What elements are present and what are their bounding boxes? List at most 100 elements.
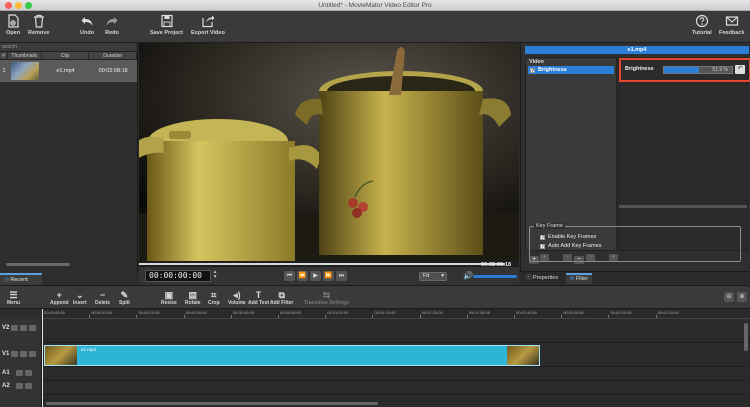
eye-icon[interactable] [20,351,28,357]
remove-button[interactable]: Remove [28,14,49,36]
video-preview[interactable] [139,43,519,261]
skip-end-icon: ⏭ [338,273,345,279]
lock-icon[interactable] [29,325,37,331]
column-duration[interactable]: Duration [89,52,138,59]
tab-properties[interactable]: ⓘ Properties [522,273,562,284]
volume-icon[interactable]: 🔊 [463,271,473,280]
append-button[interactable]: + Append [50,290,69,306]
remove-keyframe-button[interactable]: − [563,254,572,261]
clip-start-thumbnail [45,346,77,365]
save-project-label: Save Project [150,30,184,36]
column-clip[interactable]: Clip [42,52,90,59]
skip-start-button[interactable]: ⏮ [284,271,295,281]
zoom-select[interactable]: Fit ▾ [419,272,447,281]
export-video-button[interactable]: Export Video [191,14,225,36]
volume-button[interactable]: ◂) Volume [228,290,246,306]
filter-properties [618,57,748,251]
resize-label: Resize [161,300,177,306]
track-v2[interactable] [42,319,750,343]
timeline-clip[interactable]: e1.mp4 [44,345,540,366]
timeline-menu-button[interactable]: ☰ Menu [7,290,20,306]
ruler-tick-label: 00:00:10:00 [91,310,113,315]
add-keyframe-button[interactable]: + [540,254,549,261]
save-project-button[interactable]: Save Project [150,14,183,36]
split-button[interactable]: ✎ Split [119,290,130,306]
playhead[interactable] [42,309,43,407]
skip-end-button[interactable]: ⏭ [336,271,347,281]
open-button[interactable]: Open [6,14,20,36]
properties-scrollbar[interactable] [619,205,747,208]
tab-recent[interactable]: ◷ Recent [0,273,42,285]
ruler-tick [561,315,563,318]
volume-slider[interactable] [473,275,517,278]
insert-button[interactable]: ⌄ Insert [73,290,87,306]
eye-icon[interactable] [20,325,28,331]
clip-end-thumbnail [507,346,539,365]
speaker-icon: ◂) [233,290,241,300]
ruler-tick-label: 00:01:00:00 [327,310,349,315]
enable-keyframes-option[interactable]: ✓ Enable Key Frames [540,234,596,240]
mute-icon[interactable] [15,370,23,376]
ruler-tick-label: 00:01:10:00 [374,310,396,315]
mute-icon[interactable] [15,383,23,389]
track-a1[interactable] [42,367,750,381]
add-filter-toolbar-button[interactable]: ⧉ Add Filter [270,290,293,306]
add-text-button[interactable]: T Add Text [248,290,269,306]
transition-settings-button[interactable]: ⇆ Transition Settings [304,290,349,306]
media-row[interactable]: 1 e1.mp4 00:02:08:18 [0,60,137,82]
fx-icon: fx [570,276,575,282]
ruler-tick [278,315,279,318]
brightness-reset-button[interactable]: ↶ [735,65,745,74]
timecode-stepper[interactable]: ▲ ▼ [212,270,218,282]
save-icon [160,14,173,28]
scrollbar-thumb[interactable] [744,323,748,351]
filter-item-brightness[interactable]: ✓ Brightness [528,66,614,74]
column-index[interactable]: # [0,52,8,59]
tab-filter[interactable]: fx Filter [566,273,593,284]
media-scrollbar[interactable] [6,263,70,266]
play-button[interactable]: ▶ [310,271,321,281]
zoom-out-button[interactable]: ⊖ [724,292,734,302]
search-input[interactable]: search [0,43,137,52]
crop-button[interactable]: ⌗ Crop [208,290,220,306]
rotate-label: Rotate [185,300,201,306]
resize-button[interactable]: ▣ Resize [161,290,177,306]
lock-icon[interactable] [24,383,32,389]
track-head-a2: A2 [0,383,42,389]
transition-icon: ⇆ [322,290,331,300]
feedback-button[interactable]: Feedback [719,14,744,36]
timecode-field[interactable]: 00:00:00:00 [145,270,211,282]
auto-add-keyframes-checkbox[interactable]: ✓ [540,243,545,249]
redo-button[interactable]: Redo [105,14,119,36]
timeline-ruler[interactable]: 00:00:00:00 00:00:10:00 00:00:20:00 00:00:3… [42,309,750,319]
ruler-tick [89,315,91,318]
enable-keyframes-checkbox[interactable]: ✓ [540,234,545,240]
tutorial-button[interactable]: Tutorial [692,14,712,36]
prev-keyframe-button[interactable]: ‹ [586,254,595,261]
delete-button[interactable]: − Delete [95,290,110,306]
tutorial-label: Tutorial [692,30,712,36]
brightness-slider[interactable]: 51.9 % [663,66,733,74]
row-duration: 00:02:08:18 [98,68,128,74]
volume-label: Volume [228,300,246,306]
undo-button[interactable]: Undo [80,14,94,36]
clip-label: e1.mp4 [81,347,97,352]
timeline-vertical-scrollbar[interactable] [744,319,748,407]
lock-icon[interactable] [29,351,37,357]
column-thumbnails[interactable]: Thumbnails [8,52,42,59]
zoom-in-button[interactable]: ⊕ [737,292,747,302]
mute-icon[interactable] [11,351,19,357]
next-keyframe-button[interactable]: › [609,254,618,261]
lock-icon[interactable] [24,370,32,376]
fast-forward-button[interactable]: ⏩ [323,271,334,281]
mute-icon[interactable] [11,325,19,331]
timeline-scrubber[interactable] [139,261,519,267]
rotate-button[interactable]: ▤ Rotate [185,290,201,306]
filter-enabled-checkbox[interactable]: ✓ [530,67,535,73]
timeline-horizontal-scrollbar[interactable] [46,402,378,405]
filter-list: Video ✓ Brightness [525,57,617,251]
track-a2[interactable] [42,381,750,395]
rewind-button[interactable]: ⏪ [297,271,308,281]
auto-add-keyframes-option[interactable]: ✓ Auto Add Key Frames [540,243,602,249]
tab-filter-label: Filter [575,276,589,282]
